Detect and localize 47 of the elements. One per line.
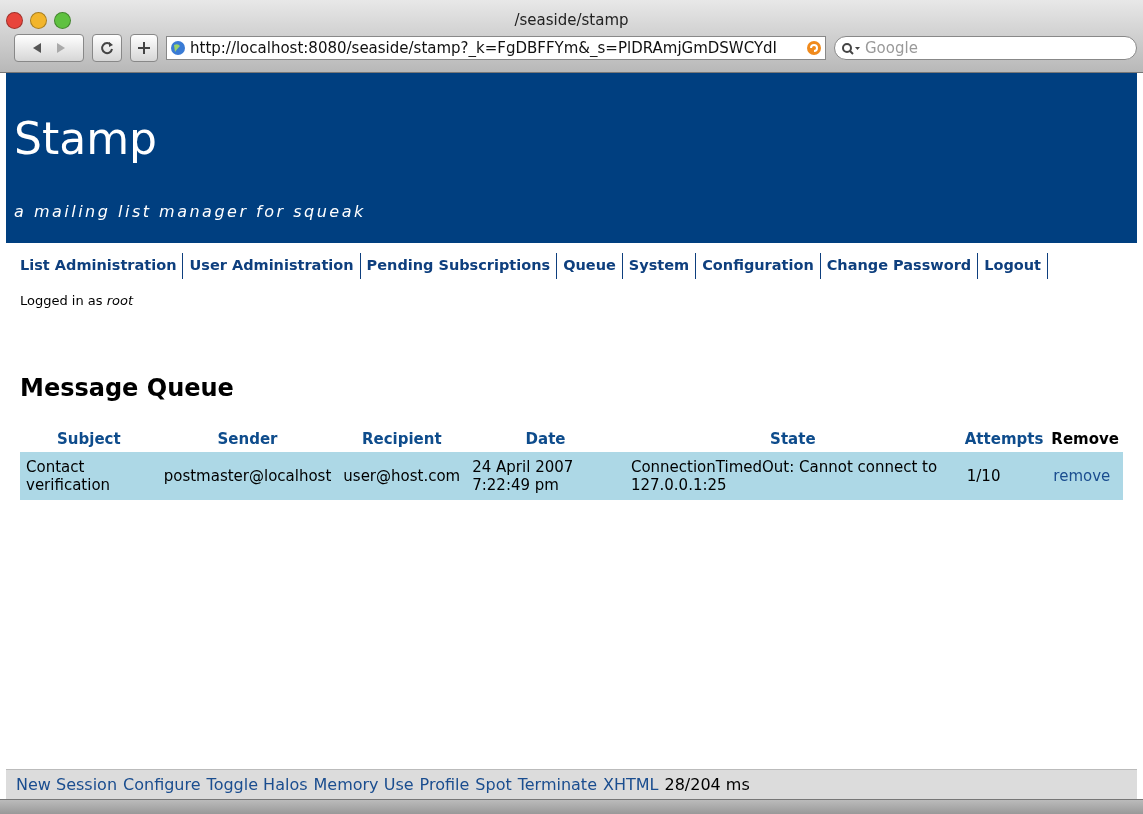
column-sort-link[interactable]: Subject: [20, 426, 158, 452]
nav-link[interactable]: Logout: [978, 253, 1049, 279]
minimize-icon[interactable]: [30, 11, 47, 29]
add-bookmark-button[interactable]: [130, 34, 158, 62]
zoom-icon[interactable]: [54, 11, 71, 29]
footer-link[interactable]: Spot: [475, 775, 512, 794]
search-field[interactable]: Google: [834, 36, 1137, 60]
column-sort-link[interactable]: Sender: [157, 426, 338, 452]
footer-link[interactable]: Configure: [123, 775, 201, 794]
reload-icon: [99, 40, 115, 56]
table-cell: Contact verification: [20, 452, 158, 500]
nav-link[interactable]: Configuration: [696, 253, 821, 279]
login-status: Logged in as root: [20, 293, 135, 308]
nav-link[interactable]: List Administration: [20, 253, 184, 279]
column-sort-link[interactable]: Date: [466, 426, 625, 452]
table-cell: 1/10: [960, 452, 1048, 500]
nav-link[interactable]: System: [622, 253, 697, 279]
table-cell: postmaster@localhost: [157, 452, 338, 500]
render-time: 28/204 ms: [664, 775, 750, 794]
site-title: Stamp: [14, 113, 158, 164]
nav-link[interactable]: Change Password: [820, 253, 979, 279]
footer-link[interactable]: Terminate: [517, 775, 597, 794]
table-cell: 24 April 2007 7:22:49 pm: [466, 452, 625, 500]
column-sort-link[interactable]: Recipient: [337, 426, 467, 452]
nav-link[interactable]: Pending Subscriptions: [360, 253, 558, 279]
site-subtitle: a mailing list manager for squeak: [14, 202, 367, 221]
address-field[interactable]: http://localhost:8080/seaside/stamp?_k=FgDBFFYm&_s=PlDRAmjGmDSWCYdI: [166, 36, 826, 60]
back-forward-button[interactable]: [14, 34, 84, 62]
column-sort-link[interactable]: Attempts: [960, 426, 1048, 452]
globe-icon: [170, 40, 186, 56]
table-cell: ConnectionTimedOut: Cannot connect to 127.0.0.1:25: [624, 452, 961, 500]
footer-link[interactable]: XHTML: [603, 775, 659, 794]
search-icon[interactable]: [841, 42, 861, 56]
page-heading: Message Queue: [20, 374, 235, 402]
window-title: /seaside/stamp: [514, 11, 629, 29]
plus-icon: [137, 41, 151, 55]
column-header: Remove: [1047, 426, 1123, 452]
footer-link[interactable]: Profile: [419, 775, 470, 794]
table-cell: user@host.com: [337, 452, 467, 500]
nav-link[interactable]: User Administration: [183, 253, 361, 279]
reload-button[interactable]: [92, 34, 122, 62]
nav-link[interactable]: Queue: [557, 253, 623, 279]
close-icon[interactable]: [6, 11, 23, 29]
footer-link[interactable]: Memory Use: [313, 775, 414, 794]
column-sort-link[interactable]: State: [624, 426, 961, 452]
footer-link[interactable]: New Session: [16, 775, 118, 794]
footer-link[interactable]: Toggle Halos: [206, 775, 308, 794]
